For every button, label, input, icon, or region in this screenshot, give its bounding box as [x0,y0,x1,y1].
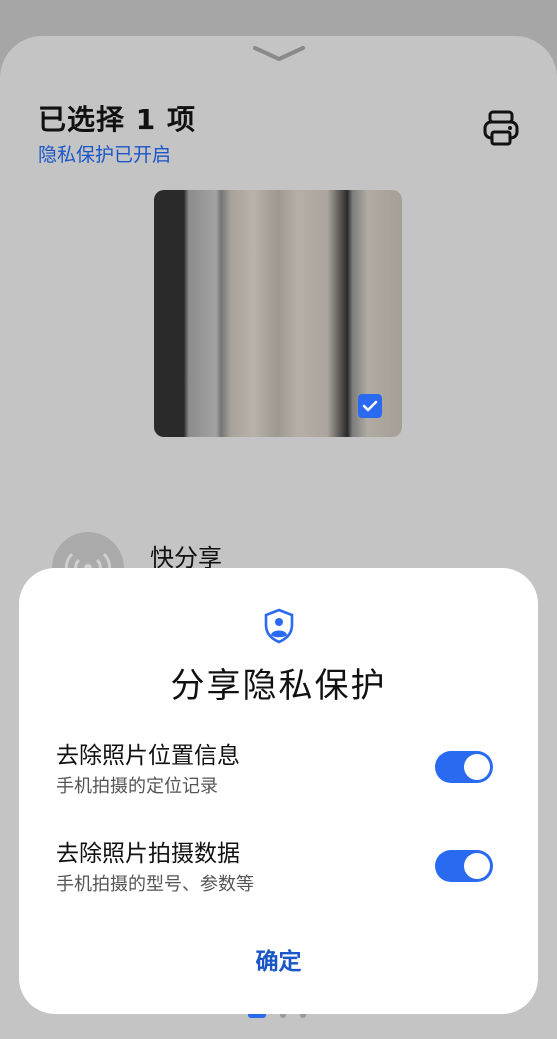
privacy-status-link[interactable]: 隐私保护已开启 [38,140,171,167]
toggle-knob [464,853,490,879]
option-subtitle-remove-shooting-data: 手机拍摄的型号、参数等 [56,874,254,895]
option-title-remove-shooting-data: 去除照片拍摄数据 [56,841,240,867]
remove-location-toggle[interactable] [435,751,493,783]
privacy-shield-icon [264,608,294,644]
chevron-down-icon[interactable] [253,44,305,64]
privacy-protection-dialog: 分享隐私保护 去除照片位置信息 手机拍摄的定位记录 去除照片拍摄数据 手机拍摄的… [19,568,538,1014]
option-title-remove-location: 去除照片位置信息 [56,743,240,769]
selected-photo-thumbnail[interactable] [154,190,402,437]
checkbox-checked-icon[interactable] [358,394,382,418]
dialog-title: 分享隐私保护 [170,666,387,706]
printer-icon[interactable] [480,108,522,150]
confirm-button[interactable]: 确定 [19,942,538,976]
option-subtitle-remove-location: 手机拍摄的定位记录 [56,776,218,797]
remove-shooting-data-toggle[interactable] [435,850,493,882]
toggle-knob [464,754,490,780]
selection-count-title: 已选择 1 项 [38,103,196,136]
